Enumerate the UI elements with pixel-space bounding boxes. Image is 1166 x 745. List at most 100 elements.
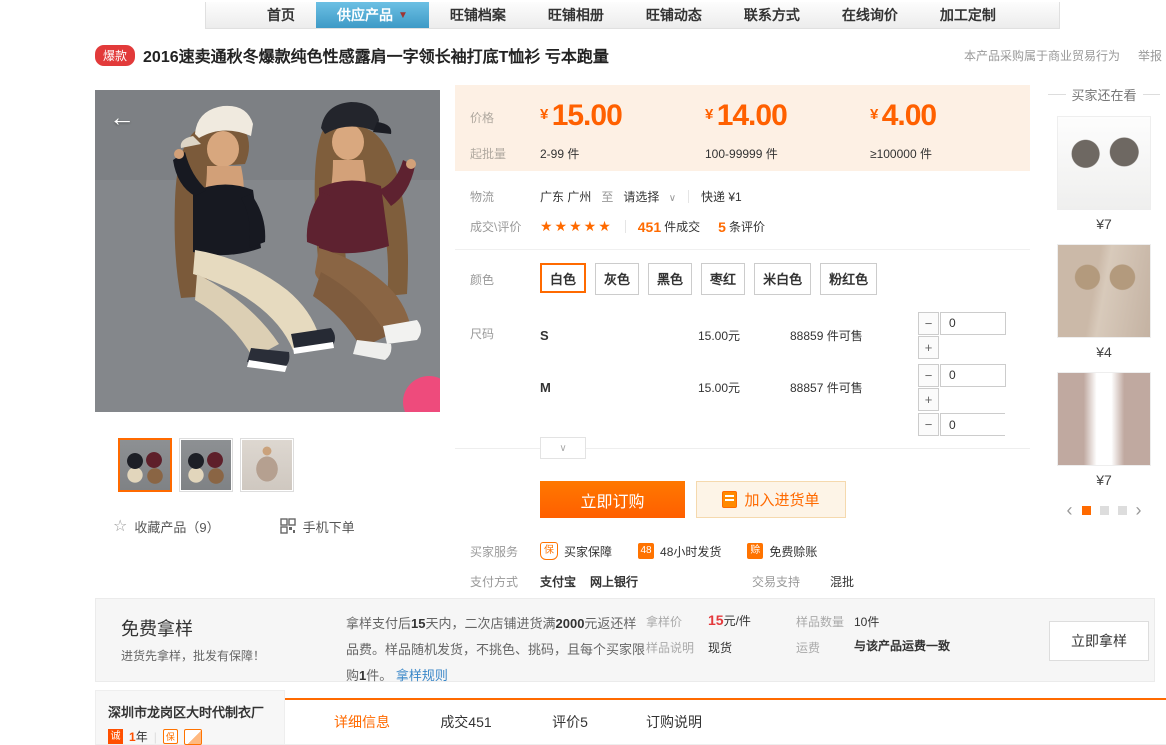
pager-dot[interactable]	[1100, 506, 1109, 515]
price-value: 14.00	[717, 99, 787, 132]
destination-select[interactable]: 请选择 ∨	[623, 188, 676, 205]
services-label: 买家服务	[455, 543, 540, 560]
nav-item-products[interactable]: 供应产品 ▼	[316, 2, 429, 28]
thumbnail-strip	[118, 438, 294, 492]
nav-item-archive[interactable]: 旺铺档案	[429, 2, 527, 28]
store-name[interactable]: 深圳市龙岗区大时代制衣厂	[108, 702, 272, 721]
destination-placeholder: 请选择	[623, 190, 659, 204]
thumbnail[interactable]	[179, 438, 233, 492]
guarantee-icon: 保	[163, 729, 178, 744]
favorite-button[interactable]: ☆ 收藏产品（9）	[113, 516, 220, 536]
moq-value: ≥100000 件	[870, 145, 1030, 162]
color-option-pink[interactable]: 粉红色	[820, 263, 877, 295]
tab-deals[interactable]: 成交451	[414, 712, 518, 732]
service-label: 免费赊账	[769, 543, 817, 560]
size-label: 尺码	[455, 325, 540, 342]
store-card: 深圳市龙岗区大时代制衣厂 诚 1年 | 保	[95, 690, 285, 745]
tab-detail-info[interactable]: 详细信息	[310, 712, 414, 732]
sample-desc-text: 天内，二次店铺进货满	[425, 616, 555, 631]
color-option-black[interactable]: 黑色	[648, 263, 692, 295]
top-navigation: 首页 供应产品 ▼ 旺铺档案 旺铺相册 旺铺动态 联系方式 在线询价 加工定制	[205, 2, 1060, 29]
expand-sizes-button[interactable]: ∨	[540, 437, 586, 459]
thumbnail[interactable]	[118, 438, 172, 492]
order-now-button[interactable]: 立即订购	[540, 481, 685, 518]
quantity-stepper: − +	[918, 364, 1005, 411]
deals-count[interactable]: 451	[638, 219, 661, 235]
divider	[455, 249, 1030, 250]
sample-ship-value: 与该产品运费一致	[854, 637, 950, 656]
mobile-order-button[interactable]: 手机下单	[280, 517, 355, 536]
nav-item-custom[interactable]: 加工定制	[919, 2, 1017, 28]
pager-prev-icon[interactable]: ‹	[1067, 504, 1073, 516]
color-option-offwhite[interactable]: 米白色	[754, 263, 811, 295]
size-row-m: M 15.00元 88857 件可售 − +	[540, 361, 1005, 413]
sample-price-number: 15	[708, 612, 724, 628]
sidebar-product-price: ¥4	[1048, 344, 1160, 360]
payment-label: 支付方式	[455, 573, 540, 590]
quantity-input[interactable]	[940, 312, 1006, 335]
price-label: 价格	[470, 109, 494, 126]
color-option-white[interactable]: 白色	[540, 263, 586, 293]
sample-price-value: 15元/件	[708, 612, 751, 629]
logistics-to: 至	[601, 188, 613, 205]
price-value: 15.00	[552, 99, 622, 132]
sidebar-product-image[interactable]	[1057, 116, 1151, 210]
pager-dot[interactable]	[1118, 506, 1127, 515]
add-to-cart-label: 加入进货单	[744, 489, 819, 510]
color-label: 颜色	[455, 271, 540, 288]
get-sample-button[interactable]: 立即拿样	[1049, 621, 1149, 661]
store-meta: 诚 1年 | 保	[108, 728, 272, 745]
reviews-count[interactable]: 5	[718, 219, 726, 235]
sample-rules-link[interactable]: 拿样规则	[396, 668, 448, 683]
minus-button[interactable]: −	[918, 312, 939, 335]
add-to-cart-button[interactable]: 加入进货单	[696, 481, 846, 518]
divider	[625, 220, 626, 233]
trade-notice: 本产品采购属于商业贸易行为	[964, 47, 1120, 64]
payment-bank: 网上银行	[590, 573, 638, 590]
price-value: 4.00	[882, 99, 936, 132]
quantity-input[interactable]	[940, 364, 1006, 387]
sidebar-pager: ‹ ›	[1048, 504, 1160, 516]
price-panel: 价格 起批量 ¥ 15.00 ¥ 14.00 ¥ 4.00 2-99 件 100…	[455, 85, 1030, 171]
sample-ship-label: 运费	[796, 639, 820, 656]
nav-item-home[interactable]: 首页	[246, 2, 316, 28]
quantity-stepper: −	[918, 413, 1005, 436]
report-link[interactable]: 举报	[1138, 47, 1162, 64]
sidebar-title: 买家还在看	[1048, 85, 1160, 104]
color-option-gray[interactable]: 灰色	[595, 263, 639, 295]
quantity-stepper: − +	[918, 312, 1005, 359]
sample-desc-text: 件。	[366, 668, 392, 683]
tab-order-notes[interactable]: 订购说明	[622, 712, 726, 732]
service-48h-shipping[interactable]: 48 48小时发货	[638, 543, 721, 560]
size-section: 尺码 S 15.00元 88859 件可售 − + M 15.00元 88857…	[455, 309, 1030, 439]
plus-button[interactable]: +	[918, 336, 939, 359]
thumbnail[interactable]	[240, 438, 294, 492]
sidebar-product-image[interactable]	[1057, 372, 1151, 466]
mobile-order-label: 手机下单	[303, 517, 355, 536]
nav-item-updates[interactable]: 旺铺动态	[625, 2, 723, 28]
service-guarantee[interactable]: 保 买家保障	[540, 542, 612, 560]
service-free-credit[interactable]: 赊 免费赊账	[747, 543, 817, 560]
nav-item-album[interactable]: 旺铺相册	[527, 2, 625, 28]
nav-item-contact[interactable]: 联系方式	[723, 2, 821, 28]
size-name: M	[540, 380, 698, 395]
pager-dot[interactable]	[1082, 506, 1091, 515]
quantity-input[interactable]	[940, 413, 1005, 436]
clipboard-icon	[722, 491, 737, 508]
pager-next-icon[interactable]: ›	[1136, 504, 1142, 516]
tab-reviews[interactable]: 评价5	[518, 712, 622, 732]
color-option-maroon[interactable]: 枣红	[701, 263, 745, 295]
minus-button[interactable]: −	[918, 413, 939, 436]
sample-desc-bold: 2000	[556, 616, 585, 631]
nav-item-inquiry[interactable]: 在线询价	[821, 2, 919, 28]
sidebar-product-image[interactable]	[1057, 244, 1151, 338]
page-title: 2016速卖通秋冬爆款纯色性感露肩一字领长袖打底T恤衫 亏本跑量	[143, 43, 609, 67]
sample-price-label: 拿样价	[646, 613, 682, 630]
product-photo[interactable]: ←	[95, 90, 440, 412]
product-photo-art	[95, 90, 440, 412]
detail-tabs: 详细信息 成交451 评价5 订购说明	[285, 698, 1166, 745]
size-stock: 88857 件可售	[790, 379, 918, 396]
back-arrow-icon[interactable]: ←	[109, 104, 135, 130]
plus-button[interactable]: +	[918, 388, 939, 411]
minus-button[interactable]: −	[918, 364, 939, 387]
